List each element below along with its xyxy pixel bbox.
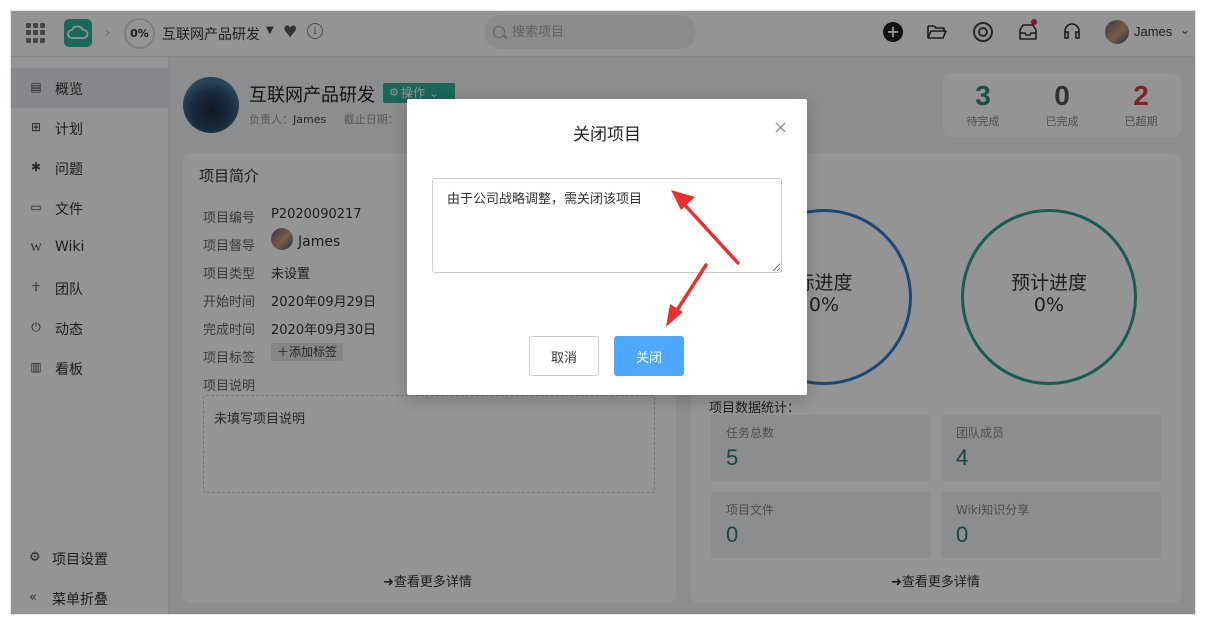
app-window: › 0% 互联网产品研发 ▼ ♥ i + James ⌄ ▤ 概览 ⊞ <box>10 10 1196 615</box>
annotation-arrow-to-textarea <box>671 190 740 265</box>
annotation-arrow-to-close-button <box>666 263 708 327</box>
annotation-arrows <box>666 190 740 327</box>
